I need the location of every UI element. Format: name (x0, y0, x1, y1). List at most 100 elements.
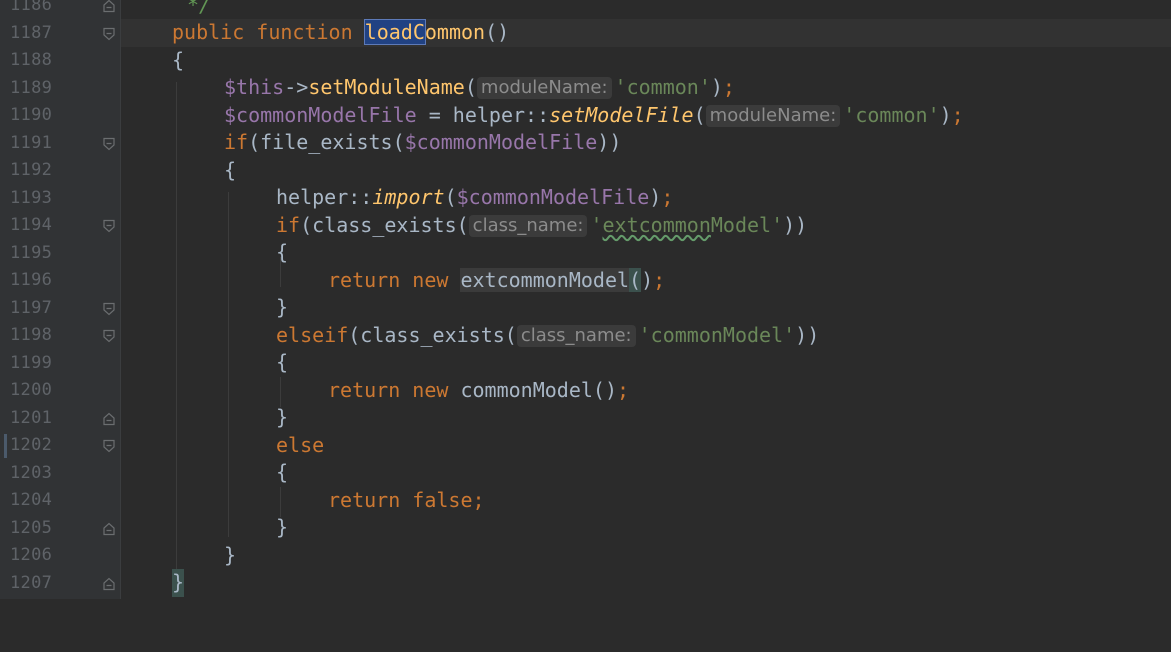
gutter-line[interactable]: 1198 (0, 322, 120, 350)
code-line[interactable]: */ (121, 0, 1171, 20)
fold-marker-icon[interactable] (102, 577, 116, 591)
code-line[interactable]: elseif(class_exists(class_name:'commonMo… (121, 322, 1171, 350)
code-line[interactable]: helper::import($commonModelFile); (121, 184, 1171, 212)
keyword-if: if (276, 212, 301, 237)
line-number: 1204 (10, 490, 53, 510)
function-name-selected[interactable]: loadC (363, 19, 426, 45)
function-call: (class_exists( (300, 212, 469, 237)
gutter-line[interactable]: 1207 (0, 570, 120, 598)
gutter-line[interactable]: 1196 (0, 267, 120, 295)
code-line[interactable]: { (121, 349, 1171, 377)
fold-marker-icon[interactable] (102, 219, 116, 233)
fold-marker-icon[interactable] (102, 412, 116, 426)
gutter-line[interactable]: 1202 (0, 432, 120, 460)
code-line[interactable]: } (121, 294, 1171, 322)
keyword-false: false (412, 487, 473, 512)
open-brace: { (224, 157, 237, 182)
string-literal: 'common' (843, 102, 940, 127)
method-call: setModuleName (308, 75, 465, 99)
code-line[interactable]: { (121, 239, 1171, 267)
variable: $commonModelFile (404, 130, 598, 154)
gutter-line[interactable]: 1206 (0, 542, 120, 570)
gutter-line[interactable]: 1200 (0, 377, 120, 405)
fold-marker-icon[interactable] (102, 522, 116, 536)
gutter-line[interactable]: 1201 (0, 405, 120, 433)
gutter-line[interactable]: 1195 (0, 240, 120, 268)
gutter-line[interactable]: 1190 (0, 102, 120, 130)
gutter-line[interactable]: 1197 (0, 295, 120, 323)
fold-marker-icon[interactable] (102, 137, 116, 151)
keyword-new: new (412, 267, 449, 292)
elseif-statement: elseif(class_exists(class_name:'commonMo… (276, 322, 819, 350)
code-line[interactable]: } (121, 404, 1171, 432)
open-paren: ( (693, 102, 706, 127)
fold-marker-icon[interactable] (102, 329, 116, 343)
fold-marker-icon[interactable] (102, 0, 116, 13)
string-literal: 'commonModel' (638, 322, 796, 347)
open-brace: { (276, 460, 289, 484)
if-statement: if(class_exists(class_name:'extcommonMod… (276, 212, 807, 240)
code-area[interactable]: */ public function loadCommon() { $this-… (121, 0, 1171, 599)
gutter-line[interactable]: 1187 (0, 20, 120, 48)
code-line[interactable]: } (121, 569, 1171, 597)
function-call: (file_exists( (248, 130, 405, 154)
code-line[interactable]: else (121, 432, 1171, 460)
line-number: 1190 (10, 105, 53, 125)
function-declaration: public function loadCommon() (172, 19, 509, 47)
line-number: 1199 (10, 352, 53, 373)
keyword-new: new (412, 377, 449, 402)
line-number: 1203 (10, 462, 53, 483)
string-literal: 'common' (614, 75, 711, 99)
gutter-line[interactable]: 1194 (0, 212, 120, 240)
code-line[interactable]: if(file_exists($commonModelFile)) (121, 129, 1171, 157)
gutter-line[interactable]: 1204 (0, 487, 120, 515)
if-statement: if(file_exists($commonModelFile)) (224, 129, 621, 157)
semicolon: ; (661, 185, 674, 209)
code-line[interactable]: return new extcommonModel(); (121, 267, 1171, 295)
line-number: 1193 (10, 187, 53, 208)
fold-marker-icon[interactable] (102, 439, 116, 453)
line-number: 1187 (10, 22, 53, 43)
code-line[interactable]: $this->setModuleName(moduleName:'common'… (121, 74, 1171, 102)
keyword-function: function (256, 20, 353, 44)
open-brace: { (172, 47, 185, 72)
gutter-line[interactable]: 1186 (0, 0, 120, 20)
line-number: 1196 (10, 270, 53, 290)
line-number: 1188 (10, 50, 53, 70)
line-number: 1191 (10, 132, 53, 153)
gutter-line[interactable]: 1205 (0, 515, 120, 543)
code-line[interactable]: return new commonModel(); (121, 377, 1171, 405)
gutter-line[interactable]: 1203 (0, 460, 120, 488)
line-number: 1207 (10, 572, 53, 593)
code-line[interactable]: { (121, 47, 1171, 75)
gutter-line[interactable]: 1192 (0, 157, 120, 185)
code-line[interactable]: if(class_exists(class_name:'extcommonMod… (121, 212, 1171, 240)
assignment: = helper:: (416, 102, 550, 127)
fold-marker-icon[interactable] (102, 302, 116, 316)
code-line[interactable]: { (121, 459, 1171, 487)
line-number-gutter[interactable]: 1186 1187 1188 1189 1190 1191 1192 1193 1194 1195… (0, 0, 120, 599)
statement: $commonModelFile = helper::setModelFile(… (224, 102, 964, 130)
close-brace: } (276, 515, 289, 539)
code-line[interactable]: } (121, 514, 1171, 542)
gutter-line[interactable]: 1191 (0, 130, 120, 158)
code-editor[interactable]: 1186 1187 1188 1189 1190 1191 1192 1193 1194 1195… (0, 0, 1171, 599)
gutter-line[interactable]: 1188 (0, 47, 120, 75)
keyword-public: public (172, 20, 245, 44)
semicolon: ; (617, 377, 630, 402)
function-name-rest[interactable]: ommon (425, 20, 485, 44)
fold-marker-icon[interactable] (102, 27, 116, 41)
code-line[interactable]: } (121, 542, 1171, 570)
line-number: 1206 (10, 545, 53, 565)
code-line[interactable]: $commonModelFile = helper::setModelFile(… (121, 102, 1171, 130)
parameter-hint: moduleName: (705, 104, 841, 127)
return-statement: return new extcommonModel(); (328, 267, 665, 295)
gutter-line[interactable]: 1199 (0, 350, 120, 378)
keyword-elseif: elseif (276, 322, 349, 347)
code-line-current[interactable]: public function loadCommon() (121, 19, 1171, 47)
code-line[interactable]: return false; (121, 487, 1171, 515)
gutter-line[interactable]: 1189 (0, 75, 120, 103)
code-line[interactable]: { (121, 157, 1171, 185)
string-quote: ' (590, 212, 603, 237)
gutter-line[interactable]: 1193 (0, 185, 120, 213)
